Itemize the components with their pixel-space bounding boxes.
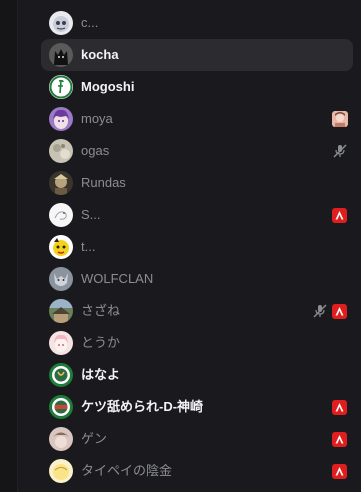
member-row[interactable]: さざね bbox=[41, 295, 353, 327]
member-name: Rundas bbox=[81, 175, 126, 190]
member-row[interactable]: c... bbox=[41, 7, 353, 39]
member-name: とうか bbox=[81, 335, 121, 350]
member-name: c... bbox=[81, 15, 99, 30]
avatar bbox=[49, 459, 73, 483]
member-name: S... bbox=[81, 207, 101, 222]
member-row[interactable]: Rundas bbox=[41, 167, 353, 199]
member-list: c... kocha Mogoshi moya ogas Rundas S...… bbox=[41, 7, 353, 487]
avatar bbox=[49, 427, 73, 451]
member-name: さざね bbox=[81, 303, 121, 318]
member-row[interactable]: t... bbox=[41, 231, 353, 263]
member-row[interactable]: ケツ舐められ-D-神崎 bbox=[41, 391, 353, 423]
member-name: kocha bbox=[81, 47, 119, 62]
member-name: ゲン bbox=[81, 431, 108, 446]
avatar bbox=[49, 331, 73, 355]
member-row[interactable]: タイペイの陰金 bbox=[41, 455, 353, 487]
left-rail bbox=[0, 0, 18, 492]
mic-muted-icon bbox=[312, 303, 328, 319]
member-row[interactable]: kocha bbox=[41, 39, 353, 71]
red-triangle-app-icon bbox=[332, 432, 347, 447]
red-triangle-app-icon bbox=[332, 400, 347, 415]
avatar bbox=[49, 363, 73, 387]
avatar bbox=[49, 75, 73, 99]
avatar bbox=[49, 139, 73, 163]
member-name: t... bbox=[81, 239, 96, 254]
member-row[interactable]: はなよ bbox=[41, 359, 353, 391]
avatar bbox=[49, 299, 73, 323]
member-row[interactable]: WOLFCLAN bbox=[41, 263, 353, 295]
member-row[interactable]: S... bbox=[41, 199, 353, 231]
member-name: はなよ bbox=[81, 367, 121, 382]
avatar bbox=[49, 203, 73, 227]
member-name: Mogoshi bbox=[81, 79, 135, 94]
avatar bbox=[49, 235, 73, 259]
avatar bbox=[49, 267, 73, 291]
member-name: ケツ舐められ-D-神崎 bbox=[81, 399, 204, 414]
red-triangle-app-icon bbox=[332, 208, 347, 223]
avatar bbox=[49, 107, 73, 131]
member-name: moya bbox=[81, 111, 113, 126]
avatar bbox=[49, 171, 73, 195]
member-name: タイペイの陰金 bbox=[81, 463, 173, 478]
member-row[interactable]: ogas bbox=[41, 135, 353, 167]
avatar bbox=[49, 11, 73, 35]
member-row[interactable]: moya bbox=[41, 103, 353, 135]
member-name: ogas bbox=[81, 143, 110, 158]
mic-muted-icon bbox=[332, 143, 348, 159]
member-row[interactable]: とうか bbox=[41, 327, 353, 359]
game-activity-icon bbox=[332, 111, 348, 127]
avatar bbox=[49, 43, 73, 67]
red-triangle-app-icon bbox=[332, 464, 347, 479]
member-row[interactable]: Mogoshi bbox=[41, 71, 353, 103]
avatar bbox=[49, 395, 73, 419]
member-name: WOLFCLAN bbox=[81, 271, 154, 286]
member-row[interactable]: ゲン bbox=[41, 423, 353, 455]
red-triangle-app-icon bbox=[332, 304, 347, 319]
